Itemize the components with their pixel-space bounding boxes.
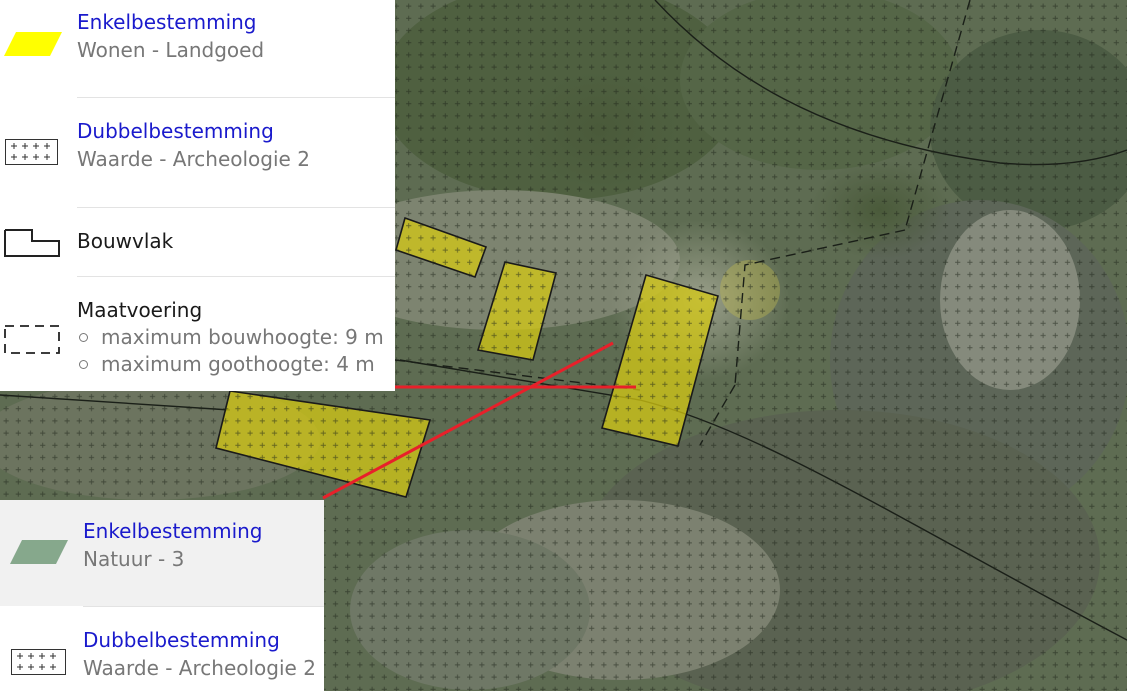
crosshatch-plus-icon [11, 649, 66, 675]
legend-label: Maatvoering [77, 298, 203, 322]
legend-item-natuur-3[interactable]: Enkelbestemming Natuur - 3 [0, 500, 324, 606]
legend-item-archeologie-bottom[interactable]: Dubbelbestemming Waarde - Archeologie 2 [0, 607, 324, 691]
crosshatch-plus-icon [5, 139, 58, 165]
legend-panel-top: Enkelbestemming Wonen - Landgoed Dubbelb… [0, 0, 395, 391]
bouwvlak-outline-icon [4, 229, 60, 257]
legend-kind[interactable]: Enkelbestemming [77, 8, 264, 36]
legend-item-maatvoering[interactable]: Maatvoering maximum bouwhoogte: 9 m maxi… [0, 277, 395, 391]
legend-kind[interactable]: Enkelbestemming [83, 517, 263, 545]
maatvoering-goothoogte: maximum goothoogte: 4 m [77, 351, 384, 378]
legend-item-bouwvlak[interactable]: Bouwvlak [0, 208, 395, 276]
maatvoering-bouwhoogte: maximum bouwhoogte: 9 m [77, 324, 384, 351]
legend-label: Bouwvlak [77, 229, 174, 253]
legend-value: Wonen - Landgoed [77, 38, 265, 62]
legend-value: Waarde - Archeologie 2 [83, 656, 316, 680]
legend-kind[interactable]: Dubbelbestemming [83, 626, 316, 654]
dashed-rectangle-icon [4, 325, 60, 354]
maatvoering-list: maximum bouwhoogte: 9 m maximum goothoog… [77, 324, 384, 378]
legend-value: Natuur - 3 [83, 547, 185, 571]
legend-value: Waarde - Archeologie 2 [77, 147, 310, 171]
legend-panel-bottom: Enkelbestemming Natuur - 3 Dubbelbestemm… [0, 500, 324, 691]
legend-kind[interactable]: Dubbelbestemming [77, 117, 310, 145]
legend-item-archeologie-top[interactable]: Dubbelbestemming Waarde - Archeologie 2 [0, 98, 395, 207]
legend-item-wonen-landgoed[interactable]: Enkelbestemming Wonen - Landgoed [0, 0, 395, 97]
green-parallelogram-icon [10, 540, 68, 564]
yellow-parallelogram-icon [4, 32, 62, 56]
